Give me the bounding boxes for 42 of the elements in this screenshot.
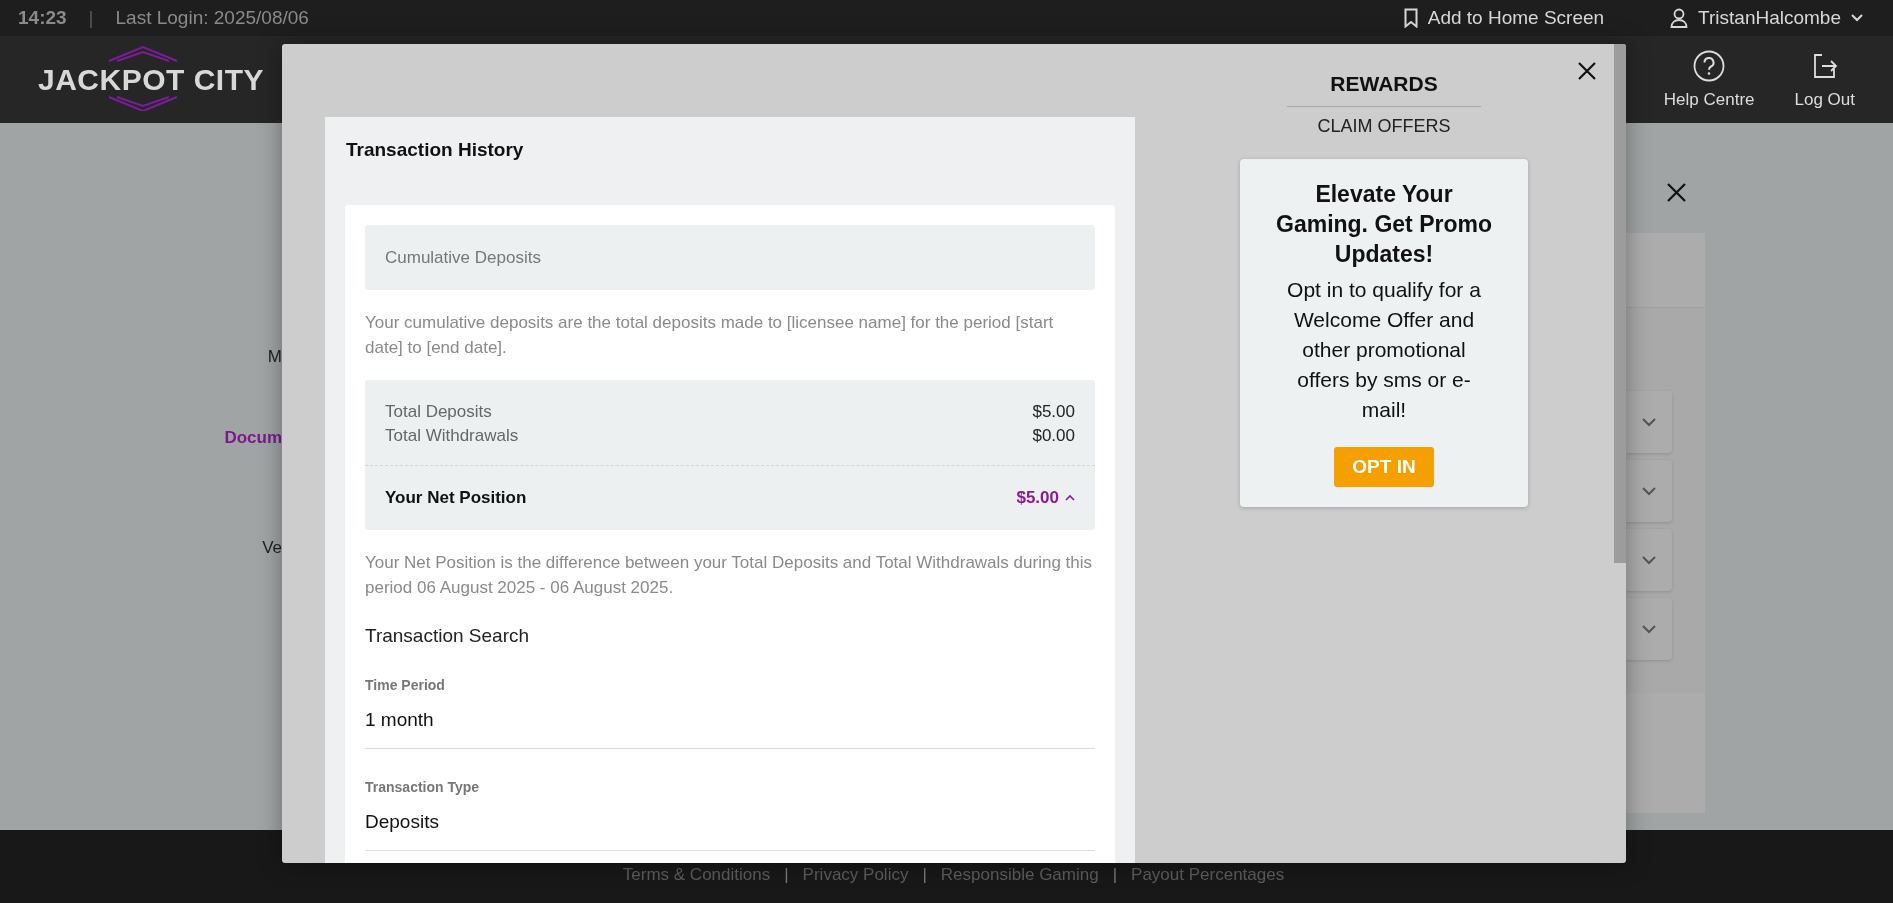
documents-link[interactable]: Docum bbox=[224, 428, 282, 448]
separator: | bbox=[922, 865, 927, 885]
username-menu[interactable]: TristanHalcombe bbox=[1698, 7, 1841, 29]
last-login-text: Last Login: 2025/08/06 bbox=[115, 7, 309, 29]
total-value: $0.00 bbox=[1032, 425, 1075, 447]
select-field[interactable]: Transaction Type Deposits bbox=[365, 749, 1095, 851]
brand-logo[interactable]: JACKPOT CITY bbox=[38, 62, 265, 97]
help-icon[interactable] bbox=[1693, 49, 1726, 82]
panel-title: Transaction History bbox=[345, 138, 525, 162]
add-to-home-link[interactable]: Add to Home Screen bbox=[1427, 7, 1605, 29]
scrollbar-thumb[interactable] bbox=[1614, 44, 1626, 563]
separator: | bbox=[1112, 865, 1118, 885]
promo-heading: Elevate Your Gaming. Get Promo Updates! bbox=[1276, 180, 1492, 269]
close-icon[interactable] bbox=[1578, 62, 1596, 80]
section-heading: Transaction Search bbox=[365, 625, 531, 647]
total-label: Total Withdrawals bbox=[385, 425, 519, 447]
net-position-label: Your Net Position bbox=[385, 488, 527, 508]
claim-offers-tab[interactable]: CLAIM OFFERS bbox=[1317, 116, 1451, 137]
rewards-title: REWARDS bbox=[1287, 72, 1481, 107]
nav-link[interactable]: Log Out bbox=[1794, 89, 1855, 110]
bookmark-icon[interactable] bbox=[1403, 8, 1418, 28]
description-text: Your cumulative deposits are the total deposits made to [licensee name] for the period [start date] to [end date]. bbox=[365, 312, 1055, 359]
section-heading: Cumulative Deposits bbox=[365, 225, 1095, 290]
caret-icon[interactable] bbox=[1065, 494, 1075, 502]
menu-label[interactable]: Ve bbox=[262, 538, 282, 558]
chevron-down-icon[interactable] bbox=[1642, 486, 1656, 496]
net-position-value: $5.00 bbox=[1016, 488, 1059, 508]
total-value: $5.00 bbox=[1032, 401, 1075, 423]
nav-link[interactable]: Help Centre bbox=[1663, 89, 1755, 110]
separator: | bbox=[784, 865, 789, 885]
promo-text: Opt in to qualify for a Welcome Offer and other promotional offers by sms or e-mail! bbox=[1286, 277, 1482, 423]
user-icon[interactable] bbox=[1670, 8, 1689, 28]
description-text: Your Net Position is the difference between your Total Deposits and Total Withdrawals during this period 06 August 2025 - 06 August 2025. bbox=[365, 552, 1093, 599]
menu-label[interactable]: M bbox=[267, 347, 282, 367]
chevron-down-icon[interactable] bbox=[1642, 555, 1656, 565]
chevron-down-icon[interactable] bbox=[1642, 624, 1656, 634]
clock-time: 14:23 bbox=[18, 7, 67, 29]
close-icon[interactable] bbox=[1667, 183, 1686, 202]
chevron-down-icon[interactable] bbox=[1642, 417, 1656, 427]
separator: | bbox=[88, 7, 94, 29]
total-label: Total Deposits bbox=[385, 401, 492, 423]
select-field[interactable]: Time Period 1 month bbox=[365, 647, 1095, 749]
